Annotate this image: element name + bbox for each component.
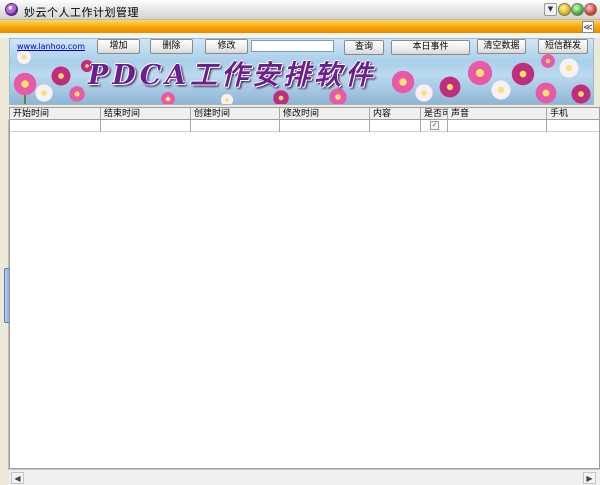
cell-created-time[interactable] (191, 120, 280, 132)
window-menu-button[interactable]: ▼ (544, 3, 557, 16)
column-header-created-time[interactable]: 创建时间 (191, 108, 280, 120)
flower-decoration (390, 69, 416, 95)
cell-start-time[interactable] (10, 120, 101, 132)
title-bar: 妙云个人工作计划管理 ▼ (0, 0, 600, 20)
flower-decoration (466, 59, 494, 87)
website-link[interactable]: www.lanhoo.com (17, 42, 85, 51)
cell-sound[interactable] (448, 120, 547, 132)
app-icon (5, 3, 18, 16)
cell-content[interactable] (370, 120, 421, 132)
close-button[interactable] (584, 3, 597, 16)
banner: PDCA工作安排软件 www.lanhoo.com 增加 删除 修改 查询 本日… (9, 38, 594, 105)
horizontal-scrollbar[interactable]: ◀ ▶ (9, 469, 600, 485)
cell-modified-time[interactable] (280, 120, 370, 132)
flower-decoration (160, 91, 176, 104)
flower-decoration (534, 81, 558, 104)
table-row[interactable]: ✓ (10, 120, 599, 132)
flower-decoration (50, 65, 72, 87)
sms-broadcast-button[interactable]: 短信群发 (538, 39, 588, 54)
flower-decoration (220, 93, 234, 104)
flower-decoration (558, 57, 580, 79)
flower-decoration (438, 75, 462, 99)
clear-data-button[interactable]: 清空数据 (477, 39, 526, 54)
enabled-checkbox[interactable]: ✓ (430, 121, 439, 130)
column-header-content[interactable]: 内容 (370, 108, 421, 120)
maximize-button[interactable] (571, 3, 584, 16)
minimize-button[interactable] (558, 3, 571, 16)
banner-title: PDCA工作安排软件 (88, 60, 377, 91)
search-input[interactable] (251, 40, 334, 52)
data-grid: 开始时间 结束时间 创建时间 修改时间 内容 是否可 声音 手机 ✓ (9, 107, 600, 469)
column-header-end-time[interactable]: 结束时间 (101, 108, 191, 120)
flower-decoration (34, 83, 54, 103)
orange-header-band (0, 20, 600, 33)
column-header-phone[interactable]: 手机 (547, 108, 599, 120)
query-button[interactable]: 查询 (344, 40, 384, 55)
flower-decoration (490, 79, 512, 101)
add-button[interactable]: 增加 (97, 39, 140, 54)
column-header-sound[interactable]: 声音 (448, 108, 547, 120)
flower-decoration (570, 83, 592, 104)
today-events-button[interactable]: 本日事件 (391, 40, 470, 55)
flower-decoration (16, 49, 32, 65)
grid-header: 开始时间 结束时间 创建时间 修改时间 内容 是否可 声音 手机 (10, 108, 599, 120)
column-header-enabled[interactable]: 是否可 (421, 108, 448, 120)
flower-decoration (510, 61, 536, 87)
scroll-left-icon[interactable]: ◀ (11, 472, 24, 484)
edit-button[interactable]: 修改 (205, 39, 248, 54)
column-header-modified-time[interactable]: 修改时间 (280, 108, 370, 120)
cell-phone[interactable] (547, 120, 599, 132)
collapse-icon[interactable]: ≪ (582, 21, 594, 33)
flower-decoration (540, 53, 556, 69)
cell-end-time[interactable] (101, 120, 191, 132)
delete-button[interactable]: 删除 (150, 39, 193, 54)
window-title: 妙云个人工作计划管理 (24, 6, 139, 19)
column-header-start-time[interactable]: 开始时间 (10, 108, 101, 120)
flower-decoration (414, 83, 434, 103)
flower-decoration (68, 85, 86, 103)
scroll-right-icon[interactable]: ▶ (583, 472, 596, 484)
